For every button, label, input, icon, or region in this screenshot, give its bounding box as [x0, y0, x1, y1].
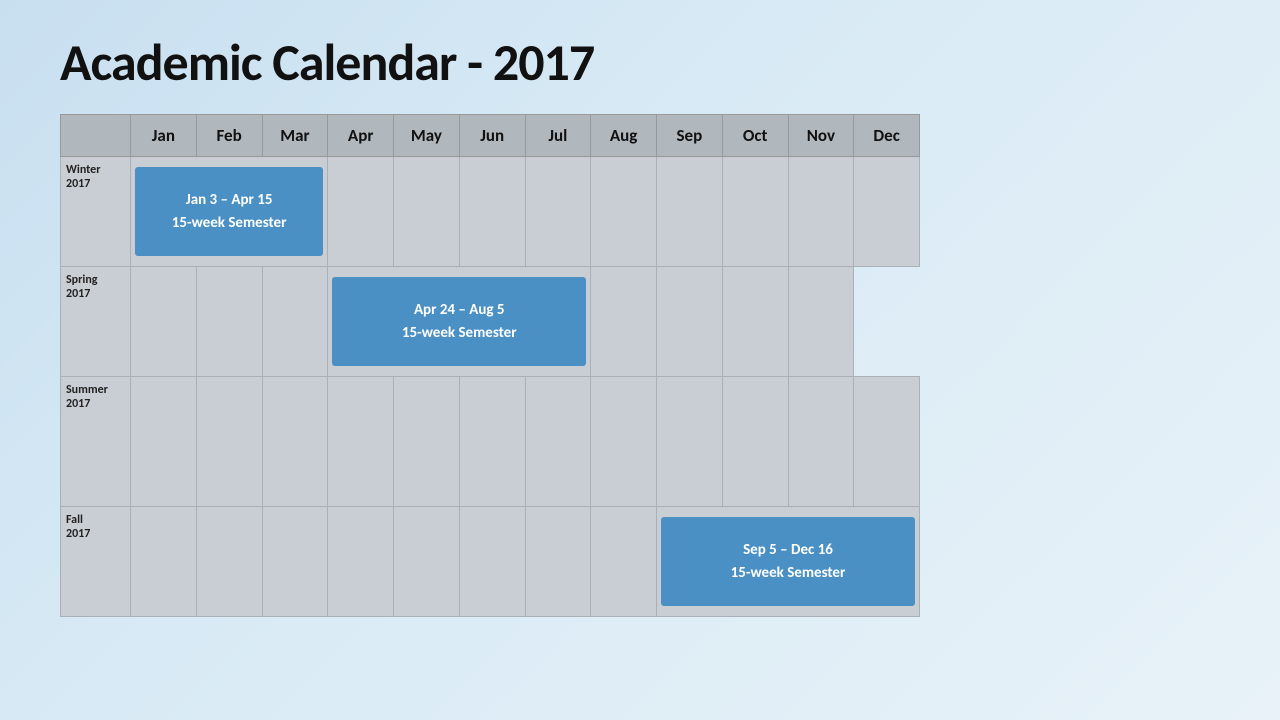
- winter-oct: [722, 157, 788, 267]
- spring-oct: [657, 267, 723, 377]
- header-empty: [61, 115, 131, 157]
- calendar-wrapper: Jan Feb Mar Apr May Jun Jul Aug Sep Oct …: [60, 114, 1220, 617]
- winter-jul: [525, 157, 591, 267]
- header-jan: Jan: [131, 115, 197, 157]
- fall-block-label: 15-week Semester: [731, 562, 846, 585]
- header-oct: Oct: [722, 115, 788, 157]
- row-label-summer: Summer 2017: [61, 377, 131, 507]
- header-aug: Aug: [591, 115, 657, 157]
- summer-may: [394, 377, 460, 507]
- summer-mar: [262, 377, 328, 507]
- winter-jun: [459, 157, 525, 267]
- fall-jun: [459, 507, 525, 617]
- spring-mar: [262, 267, 328, 377]
- summer-sep: [657, 377, 723, 507]
- winter-dec: [854, 157, 920, 267]
- header-apr: Apr: [328, 115, 394, 157]
- winter-block-label: 15-week Semester: [172, 212, 287, 235]
- summer-dec: [854, 377, 920, 507]
- fall-semester-block: Sep 5 – Dec 16 15-week Semester: [661, 517, 915, 606]
- row-winter: Winter 2017 Jan 3 – Apr 15 15-week Semes…: [61, 157, 920, 267]
- spring-jan: [131, 267, 197, 377]
- fall-jul: [525, 507, 591, 617]
- row-summer: Summer 2017: [61, 377, 920, 507]
- fall-jan: [131, 507, 197, 617]
- spring-nov: [722, 267, 788, 377]
- fall-feb: [196, 507, 262, 617]
- summer-aug: [591, 377, 657, 507]
- row-label-spring: Spring 2017: [61, 267, 131, 377]
- summer-apr: [328, 377, 394, 507]
- summer-oct: [722, 377, 788, 507]
- header-jun: Jun: [459, 115, 525, 157]
- spring-feb: [196, 267, 262, 377]
- spring-block-date: Apr 24 – Aug 5: [414, 299, 505, 322]
- fall-apr: [328, 507, 394, 617]
- header-jul: Jul: [525, 115, 591, 157]
- row-label-winter: Winter 2017: [61, 157, 131, 267]
- fall-aug: [591, 507, 657, 617]
- row-fall: Fall 2017 Sep 5 – Dec 16 15-week Semeste…: [61, 507, 920, 617]
- summer-jan: [131, 377, 197, 507]
- winter-may: [394, 157, 460, 267]
- header-nov: Nov: [788, 115, 854, 157]
- header-row: Jan Feb Mar Apr May Jun Jul Aug Sep Oct …: [61, 115, 920, 157]
- summer-jun: [459, 377, 525, 507]
- winter-sep: [657, 157, 723, 267]
- winter-apr: [328, 157, 394, 267]
- calendar-table: Jan Feb Mar Apr May Jun Jul Aug Sep Oct …: [60, 114, 920, 617]
- winter-nov: [788, 157, 854, 267]
- header-dec: Dec: [854, 115, 920, 157]
- winter-block-cell: Jan 3 – Apr 15 15-week Semester: [131, 157, 328, 267]
- fall-block-date: Sep 5 – Dec 16: [743, 539, 833, 562]
- spring-block-cell: Apr 24 – Aug 5 15-week Semester: [328, 267, 591, 377]
- fall-block-cell: Sep 5 – Dec 16 15-week Semester: [657, 507, 920, 617]
- row-label-fall: Fall 2017: [61, 507, 131, 617]
- summer-jul: [525, 377, 591, 507]
- fall-mar: [262, 507, 328, 617]
- header-feb: Feb: [196, 115, 262, 157]
- winter-block-date: Jan 3 – Apr 15: [186, 189, 273, 212]
- header-mar: Mar: [262, 115, 328, 157]
- fall-may: [394, 507, 460, 617]
- spring-sep: [591, 267, 657, 377]
- page-title: Academic Calendar - 2017: [0, 0, 1280, 114]
- spring-dec: [788, 267, 854, 377]
- spring-semester-block: Apr 24 – Aug 5 15-week Semester: [332, 277, 586, 366]
- header-sep: Sep: [657, 115, 723, 157]
- summer-feb: [196, 377, 262, 507]
- spring-block-label: 15-week Semester: [402, 322, 517, 345]
- row-spring: Spring 2017 Apr 24 – Aug 5 15-week Semes…: [61, 267, 920, 377]
- winter-semester-block: Jan 3 – Apr 15 15-week Semester: [135, 167, 323, 256]
- header-may: May: [394, 115, 460, 157]
- summer-nov: [788, 377, 854, 507]
- winter-aug: [591, 157, 657, 267]
